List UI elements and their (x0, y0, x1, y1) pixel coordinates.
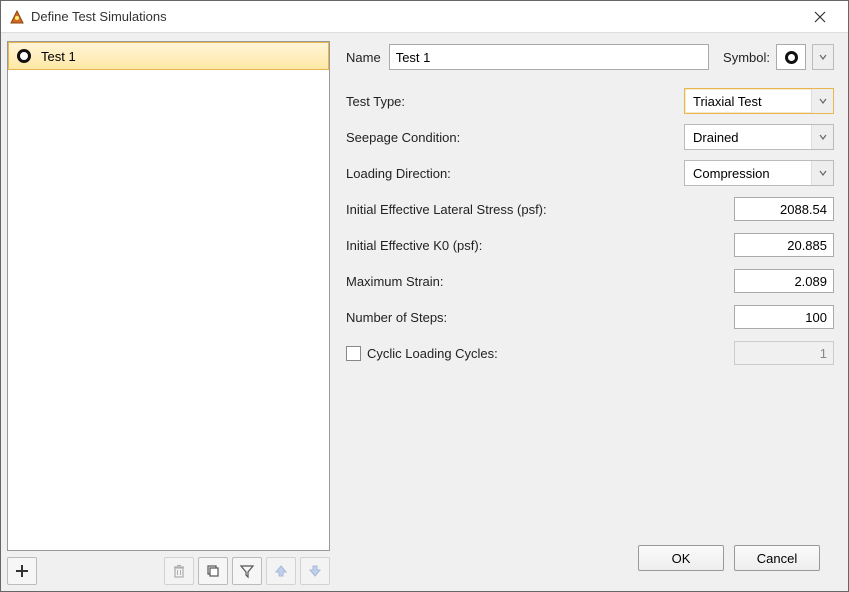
symbol-label: Symbol: (723, 50, 770, 65)
circle-marker-icon (17, 49, 31, 63)
test-type-row: Test Type: Triaxial Test (346, 87, 834, 115)
seepage-row: Seepage Condition: Drained (346, 123, 834, 151)
cyclic-label: Cyclic Loading Cycles: (367, 346, 498, 361)
seepage-select[interactable]: Drained (684, 124, 834, 150)
test-list[interactable]: Test 1 (7, 41, 330, 551)
arrow-up-icon (273, 563, 289, 579)
max-strain-label: Maximum Strain: (346, 274, 734, 289)
copy-icon (205, 563, 221, 579)
name-input[interactable] (389, 44, 709, 70)
move-up-button[interactable] (266, 557, 296, 585)
max-strain-input[interactable] (734, 269, 834, 293)
lateral-stress-input[interactable] (734, 197, 834, 221)
cyclic-checkbox[interactable] (346, 346, 361, 361)
cyclic-row: Cyclic Loading Cycles: (346, 339, 834, 367)
steps-label: Number of Steps: (346, 310, 734, 325)
dialog-window: Define Test Simulations Test 1 (0, 0, 849, 592)
close-button[interactable] (800, 3, 840, 31)
chevron-down-icon (818, 52, 828, 62)
cancel-button[interactable]: Cancel (734, 545, 820, 571)
lateral-stress-row: Initial Effective Lateral Stress (psf): (346, 195, 834, 223)
steps-row: Number of Steps: (346, 303, 834, 331)
close-icon (814, 11, 826, 23)
app-icon (9, 9, 25, 25)
funnel-icon (239, 563, 255, 579)
name-row: Name Symbol: (346, 43, 834, 71)
name-label: Name (346, 50, 381, 65)
ok-button[interactable]: OK (638, 545, 724, 571)
steps-input[interactable] (734, 305, 834, 329)
chevron-down-icon (811, 161, 833, 185)
k0-row: Initial Effective K0 (psf): (346, 231, 834, 259)
loading-dir-value: Compression (685, 166, 811, 181)
dialog-footer: OK Cancel (346, 537, 834, 581)
chevron-down-icon (811, 125, 833, 149)
left-panel: Test 1 (1, 33, 336, 591)
symbol-preview[interactable] (776, 44, 806, 70)
symbol-dropdown[interactable] (812, 44, 834, 70)
list-toolbar (7, 551, 330, 585)
loading-dir-select[interactable]: Compression (684, 160, 834, 186)
k0-input[interactable] (734, 233, 834, 257)
cyclic-label-group: Cyclic Loading Cycles: (346, 346, 734, 361)
test-type-value: Triaxial Test (685, 94, 811, 109)
chevron-down-icon (811, 89, 833, 113)
lateral-stress-label: Initial Effective Lateral Stress (psf): (346, 202, 734, 217)
window-title: Define Test Simulations (31, 9, 800, 24)
symbol-group: Symbol: (723, 44, 834, 70)
filter-button[interactable] (232, 557, 262, 585)
k0-label: Initial Effective K0 (psf): (346, 238, 734, 253)
max-strain-row: Maximum Strain: (346, 267, 834, 295)
move-down-button[interactable] (300, 557, 330, 585)
test-type-label: Test Type: (346, 94, 684, 109)
list-item[interactable]: Test 1 (8, 42, 329, 70)
trash-icon (171, 563, 187, 579)
seepage-value: Drained (685, 130, 811, 145)
test-type-select[interactable]: Triaxial Test (684, 88, 834, 114)
cyclic-input (734, 341, 834, 365)
right-panel: Name Symbol: Test Type: Triaxial Test (336, 33, 848, 591)
plus-icon (14, 563, 30, 579)
delete-button[interactable] (164, 557, 194, 585)
dialog-body: Test 1 (1, 33, 848, 591)
list-item-label: Test 1 (41, 49, 76, 64)
seepage-label: Seepage Condition: (346, 130, 684, 145)
loading-dir-label: Loading Direction: (346, 166, 684, 181)
titlebar: Define Test Simulations (1, 1, 848, 33)
copy-button[interactable] (198, 557, 228, 585)
circle-marker-icon (785, 51, 798, 64)
loading-dir-row: Loading Direction: Compression (346, 159, 834, 187)
arrow-down-icon (307, 563, 323, 579)
add-button[interactable] (7, 557, 37, 585)
